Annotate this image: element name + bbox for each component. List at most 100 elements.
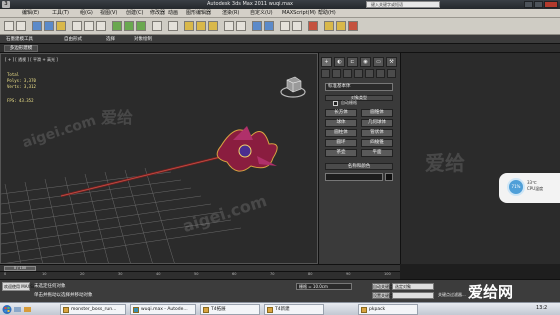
render-frame-icon[interactable] (336, 21, 346, 31)
viewport-label[interactable]: [ + ] [ 透视 ] [ 平滑 + 高光 ] (5, 57, 58, 63)
select-move-icon[interactable] (112, 21, 122, 31)
tube-button[interactable]: 管状体 (361, 129, 393, 137)
menu-edit[interactable]: 编辑(E) (22, 10, 39, 17)
search-box[interactable]: 键入关键字或短语 (366, 1, 440, 8)
task-3dsmax[interactable]: wuqi.max - Autode... (130, 304, 196, 315)
menu-tools[interactable]: 工具(T) (52, 10, 69, 17)
space-warps-icon[interactable] (376, 69, 385, 78)
window-title: Autodesk 3ds Max 2011 wuqi.max (206, 1, 294, 7)
menu-graph-editors[interactable]: 图形编辑器 (186, 10, 211, 17)
cylinder-button[interactable]: 圆柱体 (325, 129, 357, 137)
key-filter-field[interactable] (392, 292, 434, 299)
sphere-button[interactable]: 球体 (325, 119, 357, 127)
unlink-icon[interactable] (44, 21, 54, 31)
close-button[interactable] (544, 1, 558, 8)
task-monster-boss[interactable]: monster_boss_run... (60, 304, 126, 315)
curve-editor-icon[interactable] (280, 21, 290, 31)
cpu-gauge[interactable]: 71% (507, 178, 525, 196)
angle-snap-icon[interactable] (196, 21, 206, 31)
geosphere-button[interactable]: 几何球体 (361, 119, 393, 127)
object-name-field[interactable] (325, 173, 383, 181)
snap-toggle-icon[interactable] (184, 21, 194, 31)
align-icon[interactable] (236, 21, 246, 31)
select-scale-icon[interactable] (136, 21, 146, 31)
menu-animation[interactable]: 动画 (168, 10, 178, 17)
helpers-icon[interactable] (365, 69, 374, 78)
search-input[interactable]: 键入关键字或短语 (371, 2, 431, 7)
tab-modify[interactable]: ◐ (334, 57, 345, 67)
tab-create[interactable]: + (321, 57, 332, 67)
tab-display[interactable]: ▭ (373, 57, 384, 67)
primitive-type-dropdown[interactable]: 标准基本体 (325, 83, 393, 91)
geometry-icon[interactable] (321, 69, 330, 78)
minimize-button[interactable] (524, 1, 533, 8)
undo-icon[interactable] (4, 21, 14, 31)
torus-button[interactable]: 圆环 (325, 139, 357, 147)
percent-snap-icon[interactable] (208, 21, 218, 31)
lights-icon[interactable] (343, 69, 352, 78)
render-setup-icon[interactable] (324, 21, 334, 31)
perspective-viewport[interactable]: [ + ] [ 透视 ] [ 平滑 + 高光 ] Total Polys: 3,… (0, 53, 318, 264)
tab-hierarchy[interactable]: ⊏ (347, 57, 358, 67)
autogrid-checkbox[interactable] (333, 101, 338, 106)
select-rotate-icon[interactable] (124, 21, 134, 31)
main-toolbar (0, 18, 560, 35)
selection-region-icon[interactable] (96, 21, 106, 31)
tab-freeform[interactable]: 自由形式 (64, 36, 82, 43)
object-color-swatch[interactable] (385, 173, 393, 181)
material-editor-icon[interactable] (308, 21, 318, 31)
pivot-center-icon[interactable] (168, 21, 178, 31)
shapes-icon[interactable] (332, 69, 341, 78)
cameras-icon[interactable] (354, 69, 363, 78)
menu-group[interactable]: 组(G) (80, 10, 93, 17)
teapot-button[interactable]: 茶壶 (325, 149, 357, 157)
layer-manager-icon[interactable] (252, 21, 262, 31)
tab-graphite-modeling[interactable]: 石墨建模工具 (6, 36, 33, 43)
tab-selection[interactable]: 选择 (106, 36, 115, 43)
track-bar[interactable]: 0 10 20 30 40 50 60 70 80 90 100 (0, 271, 400, 279)
schematic-view-icon[interactable] (292, 21, 302, 31)
auto-key-button[interactable]: 自动关键点 (372, 283, 393, 290)
task-t4-new[interactable]: T4新建 (264, 304, 324, 315)
maximize-button[interactable] (534, 1, 543, 8)
menu-customize[interactable]: 自定义(U) (250, 10, 273, 17)
polygon-modeling-tab[interactable]: 多边形建模 (4, 45, 38, 52)
viewcube-icon[interactable] (279, 72, 307, 100)
select-link-icon[interactable] (32, 21, 42, 31)
mirror-icon[interactable] (224, 21, 234, 31)
select-object-icon[interactable] (72, 21, 82, 31)
box-button[interactable]: 长方体 (325, 109, 357, 117)
tab-utilities[interactable]: ⚒ (386, 57, 397, 67)
render-icon[interactable] (348, 21, 358, 31)
app-logo-icon[interactable]: 3 (2, 1, 10, 8)
set-key-button[interactable]: 设置关键点 (372, 292, 393, 299)
tab-object-paint[interactable]: 对象绘制 (134, 36, 152, 43)
plane-button[interactable]: 平面 (361, 149, 393, 157)
systems-icon[interactable] (387, 69, 396, 78)
task-label: T4拓展 (211, 307, 226, 312)
key-mode-dropdown[interactable]: 选定对象 (392, 283, 434, 290)
watermark: 爱给 (101, 108, 134, 127)
tab-motion[interactable]: ◉ (360, 57, 371, 67)
task-t4-expand[interactable]: T4拓展 (200, 304, 260, 315)
menu-modifiers[interactable]: 修改器 (150, 10, 165, 17)
select-by-name-icon[interactable] (84, 21, 94, 31)
key-filters-button[interactable]: 关键点过滤器... (438, 292, 466, 298)
menu-views[interactable]: 视图(V) (100, 10, 117, 17)
menu-rendering[interactable]: 渲染(R) (222, 10, 239, 17)
time-slider-bar[interactable]: 0 / 100 (0, 264, 400, 271)
menu-maxscript[interactable]: MAXScript(M) (282, 10, 316, 17)
rollout-name-color[interactable]: 名称和颜色 (325, 163, 393, 170)
menu-help[interactable]: 帮助(H) (318, 10, 336, 17)
menu-create[interactable]: 创建(C) (126, 10, 143, 17)
cone-button[interactable]: 圆锥体 (361, 109, 393, 117)
maxscript-listener[interactable]: 欢迎使用 MAXSc (2, 282, 35, 291)
system-clock[interactable]: 13:2 (536, 305, 547, 311)
reference-coord-icon[interactable] (152, 21, 162, 31)
redo-icon[interactable] (16, 21, 26, 31)
graphite-tools-icon[interactable] (264, 21, 274, 31)
pyramid-button[interactable]: 四棱锥 (361, 139, 393, 147)
start-button-icon[interactable] (0, 304, 56, 315)
task-pkpack[interactable]: pkpack (358, 304, 418, 315)
bind-space-warp-icon[interactable] (56, 21, 66, 31)
